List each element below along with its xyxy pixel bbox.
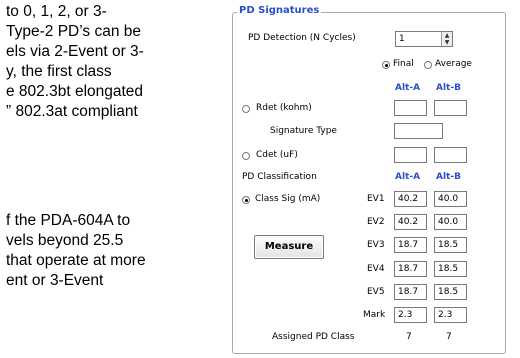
row-label: EV5 bbox=[367, 287, 385, 297]
signature-type-field bbox=[394, 123, 443, 139]
rdet-alt-a-field[interactable] bbox=[394, 100, 427, 116]
class-sig-radio[interactable] bbox=[242, 196, 250, 204]
ev2-alt-b-field[interactable]: 40.0 bbox=[434, 214, 467, 230]
average-label: Average bbox=[435, 59, 472, 69]
cdet-label: Cdet (uF) bbox=[256, 150, 298, 160]
row-label: EV4 bbox=[367, 264, 385, 274]
document-text: to 0, 1, 2, or 3- Type-2 PD’s can be els… bbox=[0, 0, 218, 358]
doc-line: that operate at more bbox=[6, 252, 146, 269]
ev5-alt-b-field[interactable]: 18.5 bbox=[434, 284, 467, 300]
ev3-alt-a-field[interactable]: 18.7 bbox=[394, 237, 427, 253]
doc-line: Type-2 PD’s can be bbox=[6, 23, 141, 40]
doc-line: y, the first class bbox=[6, 63, 112, 80]
rdet-label: Rdet (kohm) bbox=[256, 103, 312, 113]
class-alt-a-header: Alt-A bbox=[395, 172, 421, 182]
doc-line: f the PDA-604A to bbox=[6, 212, 131, 229]
rdet-alt-b-field[interactable] bbox=[434, 100, 467, 116]
ev5-alt-a-field[interactable]: 18.7 bbox=[394, 284, 427, 300]
row-label: EV3 bbox=[367, 240, 385, 250]
detection-cycles-input[interactable]: 1 ▲ ▼ bbox=[395, 31, 453, 47]
spinner-arrows-icon[interactable]: ▲ ▼ bbox=[441, 32, 452, 46]
row-label: EV1 bbox=[367, 194, 385, 204]
assigned-class-alt-b: 7 bbox=[446, 332, 452, 342]
ev2-alt-a-field[interactable]: 40.2 bbox=[394, 214, 427, 230]
cdet-alt-a-field[interactable] bbox=[394, 147, 427, 163]
doc-line: ent or 3-Event bbox=[6, 272, 104, 289]
class-sig-label: Class Sig (mA) bbox=[255, 194, 321, 204]
group-title: PD Signatures bbox=[237, 5, 322, 16]
doc-line: to 0, 1, 2, or 3- bbox=[6, 3, 107, 20]
ev3-alt-b-field[interactable]: 18.5 bbox=[434, 237, 467, 253]
assigned-class-alt-a: 7 bbox=[406, 332, 412, 342]
alt-b-header: Alt-B bbox=[436, 83, 461, 93]
class-alt-b-header: Alt-B bbox=[436, 172, 461, 182]
signature-type-label: Signature Type bbox=[270, 126, 337, 136]
detection-cycles-value: 1 bbox=[399, 34, 405, 44]
alt-a-header: Alt-A bbox=[395, 83, 421, 93]
final-label: Final bbox=[393, 59, 414, 69]
row-label: Mark bbox=[363, 310, 386, 320]
mark-alt-b-field[interactable]: 2.3 bbox=[434, 307, 467, 323]
cdet-radio[interactable] bbox=[242, 152, 250, 160]
doc-line: ” 802.3at compliant bbox=[6, 103, 138, 120]
pd-signatures-panel: PD Signatures PD Detection (N Cycles) 1 … bbox=[228, 0, 512, 356]
final-radio[interactable] bbox=[382, 61, 390, 69]
pd-detection-label: PD Detection (N Cycles) bbox=[248, 33, 356, 43]
row-label: EV2 bbox=[367, 217, 385, 227]
ev1-alt-a-field[interactable]: 40.2 bbox=[394, 191, 427, 207]
measure-button[interactable]: Measure bbox=[254, 235, 324, 259]
rdet-radio[interactable] bbox=[242, 105, 250, 113]
doc-line: els via 2-Event or 3- bbox=[6, 43, 144, 60]
mark-alt-a-field[interactable]: 2.3 bbox=[394, 307, 427, 323]
doc-line: vels beyond 25.5 bbox=[6, 232, 124, 249]
doc-line: e 802.3bt elongated bbox=[6, 83, 144, 100]
cdet-alt-b-field[interactable] bbox=[434, 147, 467, 163]
ev1-alt-b-field[interactable]: 40.0 bbox=[434, 191, 467, 207]
average-radio[interactable] bbox=[424, 61, 432, 69]
ev4-alt-a-field[interactable]: 18.7 bbox=[394, 261, 427, 277]
assigned-pd-class-label: Assigned PD Class bbox=[272, 332, 355, 342]
ev4-alt-b-field[interactable]: 18.5 bbox=[434, 261, 467, 277]
pd-classification-label: PD Classification bbox=[242, 172, 317, 182]
